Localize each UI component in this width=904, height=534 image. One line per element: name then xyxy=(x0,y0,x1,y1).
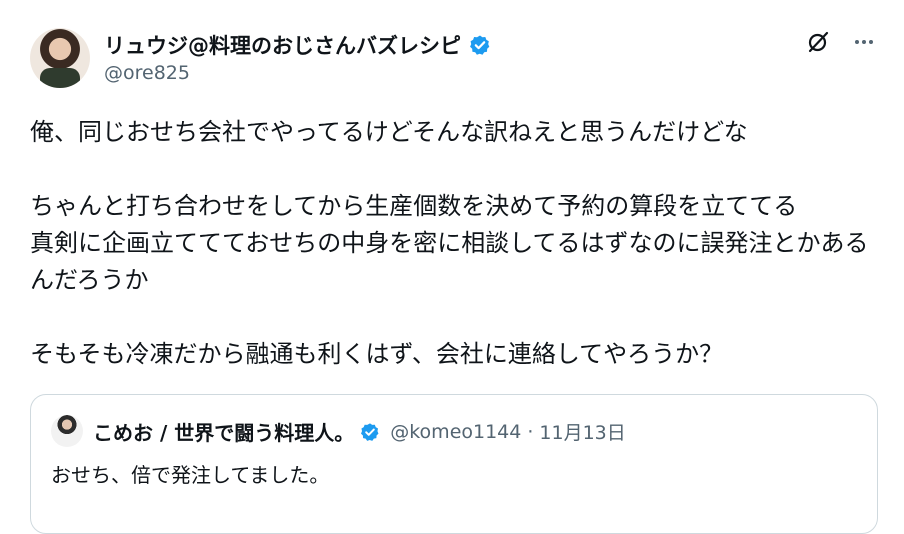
author-avatar[interactable] xyxy=(30,28,90,88)
quoted-author-row: こめお / 世界で闘う料理人。 @komeo1144 · 11月13日 xyxy=(93,417,626,446)
quoted-separator: · xyxy=(527,420,534,443)
author-display-name[interactable]: リュウジ@料理のおじさんバズレシピ xyxy=(104,30,461,60)
more-icon[interactable] xyxy=(852,30,876,54)
quoted-handle[interactable]: @komeo1144 xyxy=(390,421,521,443)
tweet-body-text: 俺、同じおせち会社でやってるけどそんな訳ねえと思うんだけどな ちゃんと打ち合わせ… xyxy=(30,118,869,368)
quoted-display-name[interactable]: こめお / 世界で闘う料理人。 xyxy=(93,417,354,446)
grok-icon[interactable] xyxy=(806,30,830,54)
quoted-tweet-card[interactable]: こめお / 世界で闘う料理人。 @komeo1144 · 11月13日 おせち、… xyxy=(30,394,878,534)
verified-badge-icon xyxy=(470,35,490,55)
author-name-row: リュウジ@料理のおじさんバズレシピ xyxy=(104,30,491,60)
quoted-date[interactable]: 11月13日 xyxy=(539,418,625,445)
author-handle[interactable]: @ore825 xyxy=(104,62,190,84)
quoted-author-avatar[interactable] xyxy=(51,415,83,447)
verified-badge-icon xyxy=(361,422,379,441)
tweet-actions xyxy=(806,30,876,54)
quoted-body-text: おせち、倍で発注してました。 xyxy=(51,463,330,487)
